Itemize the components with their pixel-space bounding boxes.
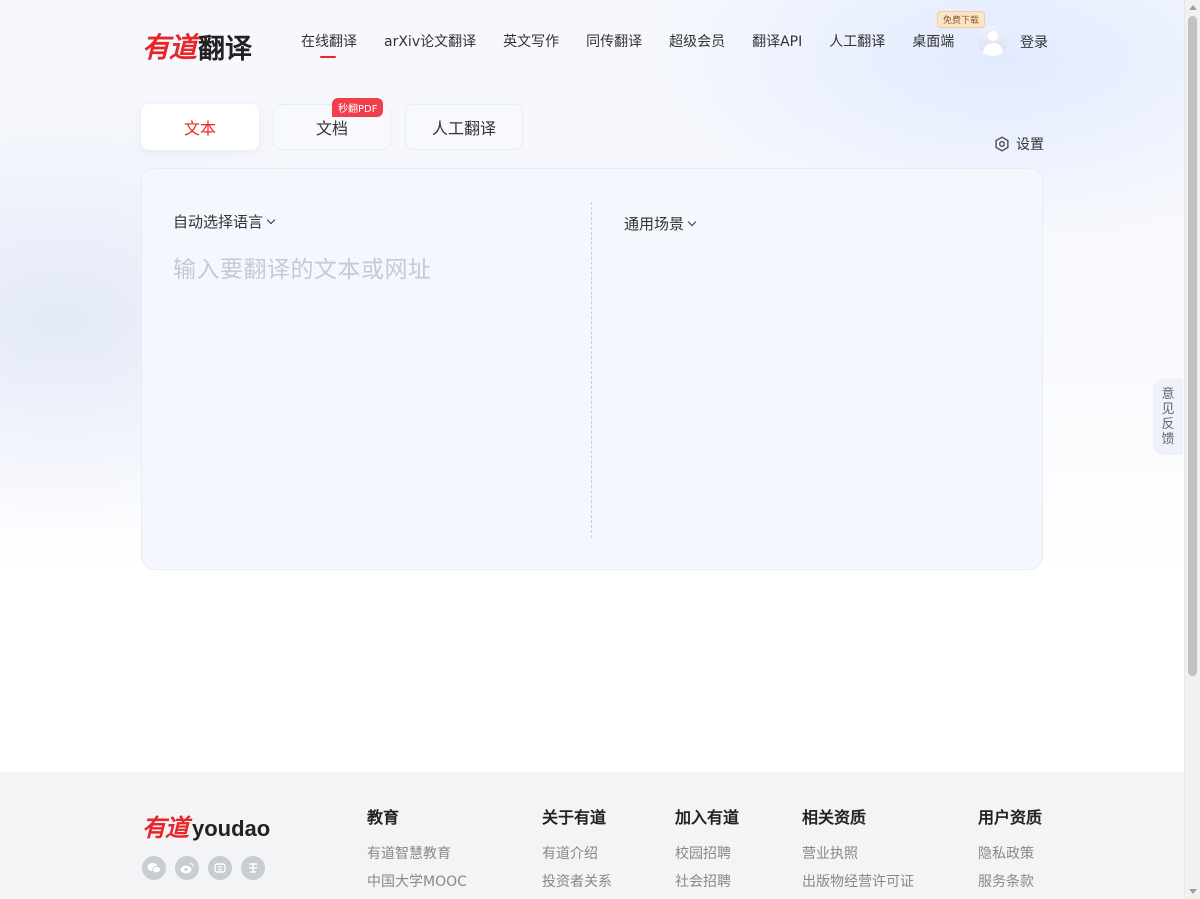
feedback-char: 馈 xyxy=(1161,432,1175,447)
scene-label: 通用场景 xyxy=(624,215,685,233)
footer-logo: 有道 youdao xyxy=(142,808,270,843)
top-nav: 在线翻译 arXiv论文翻译 英文写作 同传翻译 超级会员 翻译API 人工翻译… xyxy=(301,32,981,58)
footer-col-title: 相关资质 xyxy=(802,808,867,827)
tab-text[interactable]: 文本 xyxy=(141,104,259,150)
footer-link[interactable]: 校园招聘 xyxy=(675,840,739,868)
free-download-badge: 免费下载 xyxy=(937,11,986,28)
scrollbar-thumb[interactable] xyxy=(1188,16,1197,676)
footer-link[interactable]: 营业执照 xyxy=(802,840,914,868)
footer-col-education: 教育 有道智慧教育 中国大学MOOC xyxy=(367,808,467,896)
footer-link[interactable]: 服务条款 xyxy=(978,868,1042,896)
nav-human-translate[interactable]: 人工翻译 xyxy=(829,32,885,52)
footer-link[interactable]: 隐私政策 xyxy=(978,840,1042,868)
nav-translate-api[interactable]: 翻译API xyxy=(752,32,802,52)
footer-col-title: 教育 xyxy=(367,808,400,827)
netease-icon[interactable] xyxy=(208,856,232,880)
footer-col-qualifications: 相关资质 营业执照 出版物经营许可证 xyxy=(802,808,914,896)
nav-online-translate[interactable]: 在线翻译 xyxy=(301,32,357,58)
nav-arxiv-translate[interactable]: arXiv论文翻译 xyxy=(384,32,476,52)
nav-english-writing[interactable]: 英文写作 xyxy=(503,32,559,52)
tab-document-label: 文档 xyxy=(315,119,348,138)
footer-link[interactable]: 社会招聘 xyxy=(675,868,739,896)
feedback-char: 反 xyxy=(1161,417,1175,432)
footer-col-join: 加入有道 校园招聘 社会招聘 xyxy=(675,808,739,896)
footer-link[interactable]: 投资者关系 xyxy=(542,868,612,896)
tab-human-translate[interactable]: 人工翻译 xyxy=(405,104,523,150)
pdf-badge: 秒翻PDF xyxy=(332,98,384,117)
footer-logo-en: youdao xyxy=(192,816,271,841)
footer-col-title: 用户资质 xyxy=(978,808,1043,827)
footer-link[interactable]: 有道介绍 xyxy=(542,840,612,868)
nav-super-member[interactable]: 超级会员 xyxy=(669,32,725,52)
footer-link[interactable]: 有道智慧教育 xyxy=(367,840,467,868)
social-links xyxy=(142,856,274,880)
footer-link[interactable]: 中国大学MOOC xyxy=(367,868,467,896)
logo-brand-text: 有道 xyxy=(142,31,197,64)
tab-human-translate-label: 人工翻译 xyxy=(431,119,496,138)
scene-select[interactable]: 通用场景 xyxy=(624,213,697,234)
tab-text-label: 文本 xyxy=(183,119,216,138)
footer-col-title: 关于有道 xyxy=(542,808,607,827)
feedback-button[interactable]: 意 见 反 馈 xyxy=(1153,379,1183,455)
footer-link[interactable]: 出版物经营许可证 xyxy=(802,868,914,896)
login-link[interactable]: 登录 xyxy=(1020,32,1048,52)
nav-simultaneous-translate[interactable]: 同传翻译 xyxy=(586,32,642,52)
footer-col-user: 用户资质 隐私政策 服务条款 xyxy=(978,808,1042,896)
translate-panel xyxy=(141,168,1043,570)
zhihu-icon[interactable] xyxy=(241,856,265,880)
logo-title-text: 翻译 xyxy=(198,33,253,65)
settings-button[interactable]: 设置 xyxy=(994,134,1044,154)
feedback-char: 意 xyxy=(1161,387,1175,402)
feedback-char: 见 xyxy=(1161,402,1175,417)
source-language-label: 自动选择语言 xyxy=(173,213,264,231)
source-language-select[interactable]: 自动选择语言 xyxy=(173,211,276,232)
scroll-up-arrow-icon[interactable] xyxy=(1189,5,1197,10)
wechat-icon[interactable] xyxy=(142,856,166,880)
footer-logo-cn: 有道 xyxy=(142,813,189,842)
nav-desktop[interactable]: 桌面端 xyxy=(912,32,954,52)
weibo-icon[interactable] xyxy=(175,856,199,880)
chevron-down-icon xyxy=(687,217,697,226)
chevron-down-icon xyxy=(266,215,276,224)
page-scrollbar[interactable] xyxy=(1184,0,1200,899)
footer-col-about: 关于有道 有道介绍 投资者关系 xyxy=(542,808,612,896)
user-avatar-icon[interactable] xyxy=(978,26,1008,56)
scroll-down-arrow-icon[interactable] xyxy=(1189,889,1197,894)
youdao-logo[interactable]: 有道 翻译 xyxy=(142,26,252,66)
gear-icon xyxy=(995,136,1009,152)
settings-label: 设置 xyxy=(1016,137,1044,153)
panel-divider xyxy=(591,202,592,538)
source-text-input[interactable]: 输入要翻译的文本或网址 xyxy=(173,250,432,284)
footer-col-title: 加入有道 xyxy=(675,808,740,827)
